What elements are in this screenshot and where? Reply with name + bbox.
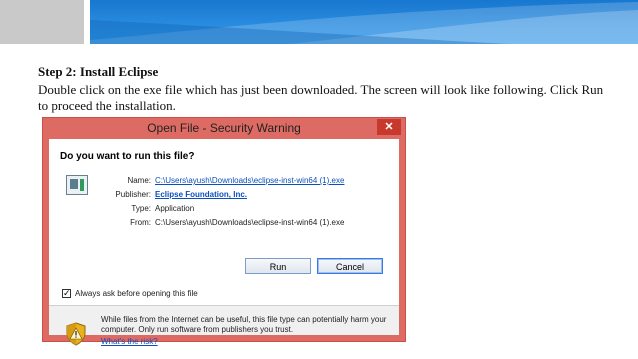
close-icon: ✕ (384, 121, 394, 133)
whats-the-risk-link[interactable]: What's the risk? (101, 337, 158, 346)
dialog-frame-right (399, 139, 405, 341)
header-blue-banner (90, 0, 638, 44)
from-label: From: (130, 218, 151, 227)
warning-text: While files from the Internet can be use… (101, 315, 387, 334)
always-ask-label[interactable]: Always ask before opening this file (75, 289, 198, 298)
from-value: C:\Users\ayush\Downloads\eclipse-inst-wi… (155, 218, 345, 227)
dialog-titlebar[interactable]: Open File - Security Warning ✕ (43, 118, 405, 139)
dialog-title: Open File - Security Warning (147, 121, 301, 135)
header-gray-block (0, 0, 84, 44)
type-label: Type: (131, 204, 151, 213)
checkmark-icon: ✓ (63, 288, 71, 298)
step-description: Double click on the exe file which has j… (38, 82, 604, 113)
dialog-frame-bottom (43, 335, 405, 341)
file-exe-icon (66, 175, 88, 195)
always-ask-checkbox[interactable]: ✓ (62, 289, 71, 298)
name-label: Name: (127, 176, 151, 185)
header-wave-decoration (90, 2, 638, 44)
close-button[interactable]: ✕ (377, 119, 401, 135)
step-title: Step 2: Install Eclipse (38, 64, 159, 79)
shield-warning-icon (66, 322, 86, 346)
security-warning-dialog: Open File - Security Warning ✕ Do you wa… (42, 117, 406, 346)
run-button[interactable]: Run (245, 258, 311, 274)
cancel-button[interactable]: Cancel (317, 258, 383, 274)
publisher-label: Publisher: (115, 190, 151, 199)
dialog-content: Do you want to run this file? Name: C:\U… (49, 139, 399, 346)
name-value-link[interactable]: C:\Users\ayush\Downloads\eclipse-inst-wi… (155, 176, 344, 185)
publisher-value-link[interactable]: Eclipse Foundation, Inc. (155, 190, 247, 199)
type-value: Application (155, 204, 195, 213)
run-file-question: Do you want to run this file? (60, 151, 195, 162)
